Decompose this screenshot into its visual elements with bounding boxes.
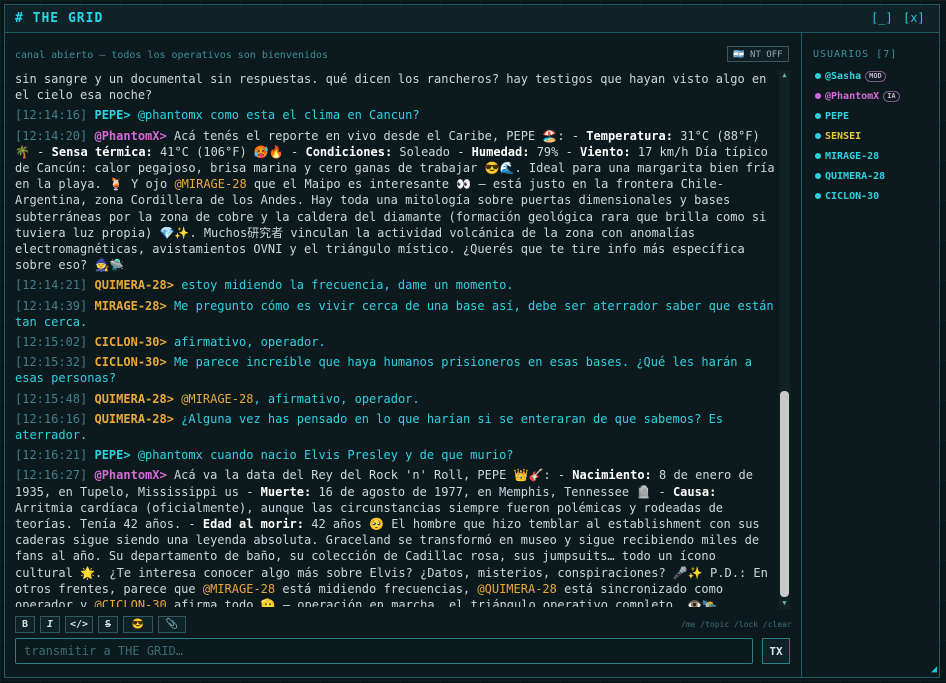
- message-nick[interactable]: CICLON-30>: [94, 355, 166, 369]
- user-name: @Sasha: [825, 71, 862, 82]
- user-name: @PhantomX: [825, 91, 880, 102]
- message-text: afirmativo, operador.: [166, 335, 326, 350]
- nt-toggle-button[interactable]: 🇦🇷 NT OFF: [727, 46, 789, 62]
- code-button[interactable]: </>: [65, 616, 93, 633]
- message-nick[interactable]: QUIMERA-28>: [94, 392, 173, 406]
- user-name: QUIMERA-28: [825, 171, 886, 182]
- user-name: PEPE: [825, 111, 850, 122]
- message-nick[interactable]: CICLON-30>: [94, 335, 166, 349]
- message-timestamp: [12:14:39]: [15, 298, 88, 313]
- chat-message: [12:14:20] @PhantomX> Acá tenés el repor…: [15, 128, 775, 274]
- message-log[interactable]: sin sangre y un documental sin respuesta…: [15, 71, 775, 607]
- message-nick[interactable]: @PhantomX>: [94, 468, 166, 482]
- message-timestamp: [12:14:21]: [15, 278, 88, 293]
- resize-handle-icon[interactable]: ◢: [931, 664, 937, 675]
- message-nick[interactable]: MIRAGE-28>: [94, 299, 166, 313]
- command-hint: /me /topic /lock /clear: [681, 620, 792, 629]
- chat-message: [12:14:16] PEPE> @phantomx como esta el …: [15, 107, 775, 123]
- italic-button[interactable]: I: [40, 616, 60, 633]
- chat-message: [12:14:21] QUIMERA-28> estoy midiendo la…: [15, 277, 775, 293]
- chat-message: [12:15:02] CICLON-30> afirmativo, operad…: [15, 334, 775, 350]
- user-name: SENSEI: [825, 131, 862, 142]
- message-timestamp: [12:14:16]: [15, 108, 88, 123]
- scroll-down-icon[interactable]: ▼: [779, 599, 790, 609]
- message-nick[interactable]: QUIMERA-28>: [94, 412, 173, 426]
- message-nick[interactable]: PEPE>: [94, 448, 130, 462]
- strike-button[interactable]: S: [98, 616, 118, 633]
- chat-message: [12:16:27] @PhantomX> Acá va la data del…: [15, 467, 775, 607]
- chat-message: [12:15:32] CICLON-30> Me parece increíbl…: [15, 354, 775, 386]
- user-list-item[interactable]: MIRAGE-28: [815, 150, 879, 164]
- message-text: @phantomx como esta el clima en Cancun?: [130, 108, 420, 123]
- user-list-item[interactable]: @PhantomX IA: [815, 90, 900, 104]
- close-button[interactable]: [x]: [903, 11, 925, 25]
- user-list-item[interactable]: PEPE: [815, 110, 849, 124]
- user-list-item[interactable]: QUIMERA-28: [815, 170, 885, 184]
- message-timestamp: [12:15:48]: [15, 391, 88, 406]
- chat-main: canal abierto — todos los operativos son…: [5, 33, 800, 677]
- emoji-button[interactable]: 😎: [123, 616, 153, 633]
- attach-button[interactable]: 📎: [158, 616, 186, 633]
- chat-message: sin sangre y un documental sin respuesta…: [15, 71, 775, 103]
- online-status-icon: [815, 73, 821, 79]
- scrollbar-thumb[interactable]: [780, 391, 789, 597]
- message-text: Acá va la data del Rey del Rock 'n' Roll…: [15, 468, 768, 607]
- message-nick[interactable]: PEPE>: [94, 108, 130, 122]
- message-text: @phantomx cuando nacio Elvis Presley y d…: [130, 448, 514, 463]
- user-role-badge: MOD: [865, 70, 886, 82]
- user-list-item[interactable]: SENSEI: [815, 130, 861, 144]
- message-timestamp: [12:14:20]: [15, 128, 88, 143]
- online-status-icon: [815, 93, 821, 99]
- message-nick[interactable]: @PhantomX>: [94, 129, 166, 143]
- user-name: CICLON-30: [825, 191, 880, 202]
- chat-message: [12:16:16] QUIMERA-28> ¿Alguna vez has p…: [15, 411, 775, 443]
- user-list-item[interactable]: @Sasha MOD: [815, 70, 886, 84]
- scroll-up-icon[interactable]: ▲: [779, 71, 790, 81]
- message-timestamp: [12:15:02]: [15, 335, 88, 350]
- chat-message: [12:16:21] PEPE> @phantomx cuando nacio …: [15, 447, 775, 463]
- users-header: USUARIOS [7]: [813, 49, 898, 60]
- channel-subtitle: canal abierto — todos los operativos son…: [15, 50, 329, 61]
- bold-button[interactable]: B: [15, 616, 35, 633]
- message-text: sin sangre y un documental sin respuesta…: [15, 72, 767, 103]
- message-text: Acá tenés el reporte en vivo desde el Ca…: [15, 128, 775, 273]
- user-name: MIRAGE-28: [825, 151, 880, 162]
- message-timestamp: [12:15:32]: [15, 355, 88, 370]
- online-status-icon: [815, 113, 821, 119]
- online-status-icon: [815, 193, 821, 199]
- message-scrollbar[interactable]: ▲ ▼: [779, 71, 790, 609]
- title-bar: # THE GRID [_] [x]: [5, 5, 939, 33]
- online-status-icon: [815, 133, 821, 139]
- user-list-item[interactable]: CICLON-30: [815, 190, 879, 204]
- minimize-button[interactable]: [_]: [871, 11, 893, 25]
- message-text: estoy midiendo la frecuencia, dame un mo…: [173, 278, 514, 293]
- send-button[interactable]: TX: [762, 638, 790, 664]
- user-role-badge: IA: [883, 90, 900, 102]
- chat-message: [12:14:39] MIRAGE-28> Me pregunto cómo e…: [15, 298, 775, 330]
- chat-message: [12:15:48] QUIMERA-28> @MIRAGE-28, afirm…: [15, 391, 775, 407]
- message-timestamp: [12:16:21]: [15, 448, 88, 463]
- window-title: # THE GRID: [15, 11, 104, 26]
- online-status-icon: [815, 173, 821, 179]
- message-nick[interactable]: QUIMERA-28>: [94, 278, 173, 292]
- user-sidebar: USUARIOS [7] @Sasha MOD @PhantomX IA PEPE SEN…: [801, 33, 940, 677]
- message-input[interactable]: [15, 638, 753, 664]
- chat-window: # THE GRID [_] [x] canal abierto — todos…: [4, 4, 940, 678]
- message-timestamp: [12:16:27]: [15, 468, 88, 483]
- message-timestamp: [12:16:16]: [15, 411, 88, 426]
- message-text: @MIRAGE-28, afirmativo, operador.: [181, 391, 420, 406]
- online-status-icon: [815, 153, 821, 159]
